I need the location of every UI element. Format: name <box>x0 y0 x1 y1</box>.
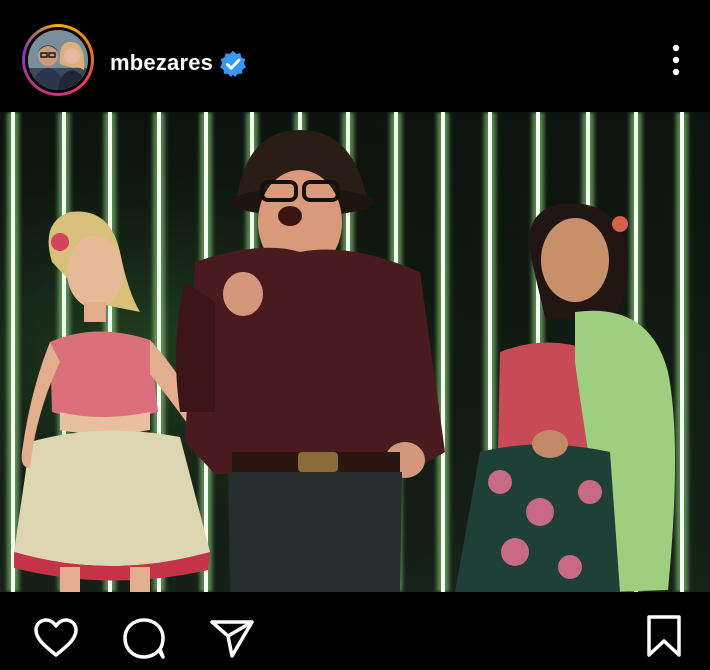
stage-photo <box>0 112 710 592</box>
verified-badge-icon <box>220 50 246 77</box>
avatar-gap <box>25 27 91 93</box>
post-action-bar <box>0 592 710 670</box>
comment-icon[interactable] <box>121 616 167 660</box>
story-ring[interactable] <box>22 24 94 96</box>
avatar[interactable] <box>28 30 88 90</box>
post-header: mbezares <box>0 0 710 112</box>
bookmark-icon[interactable] <box>645 614 683 658</box>
heart-icon[interactable] <box>33 617 79 659</box>
username[interactable]: mbezares <box>110 50 213 76</box>
more-vertical-icon[interactable] <box>664 42 688 78</box>
post-photo[interactable] <box>0 112 710 592</box>
avatar-picture <box>28 30 88 90</box>
send-icon[interactable] <box>208 616 256 660</box>
